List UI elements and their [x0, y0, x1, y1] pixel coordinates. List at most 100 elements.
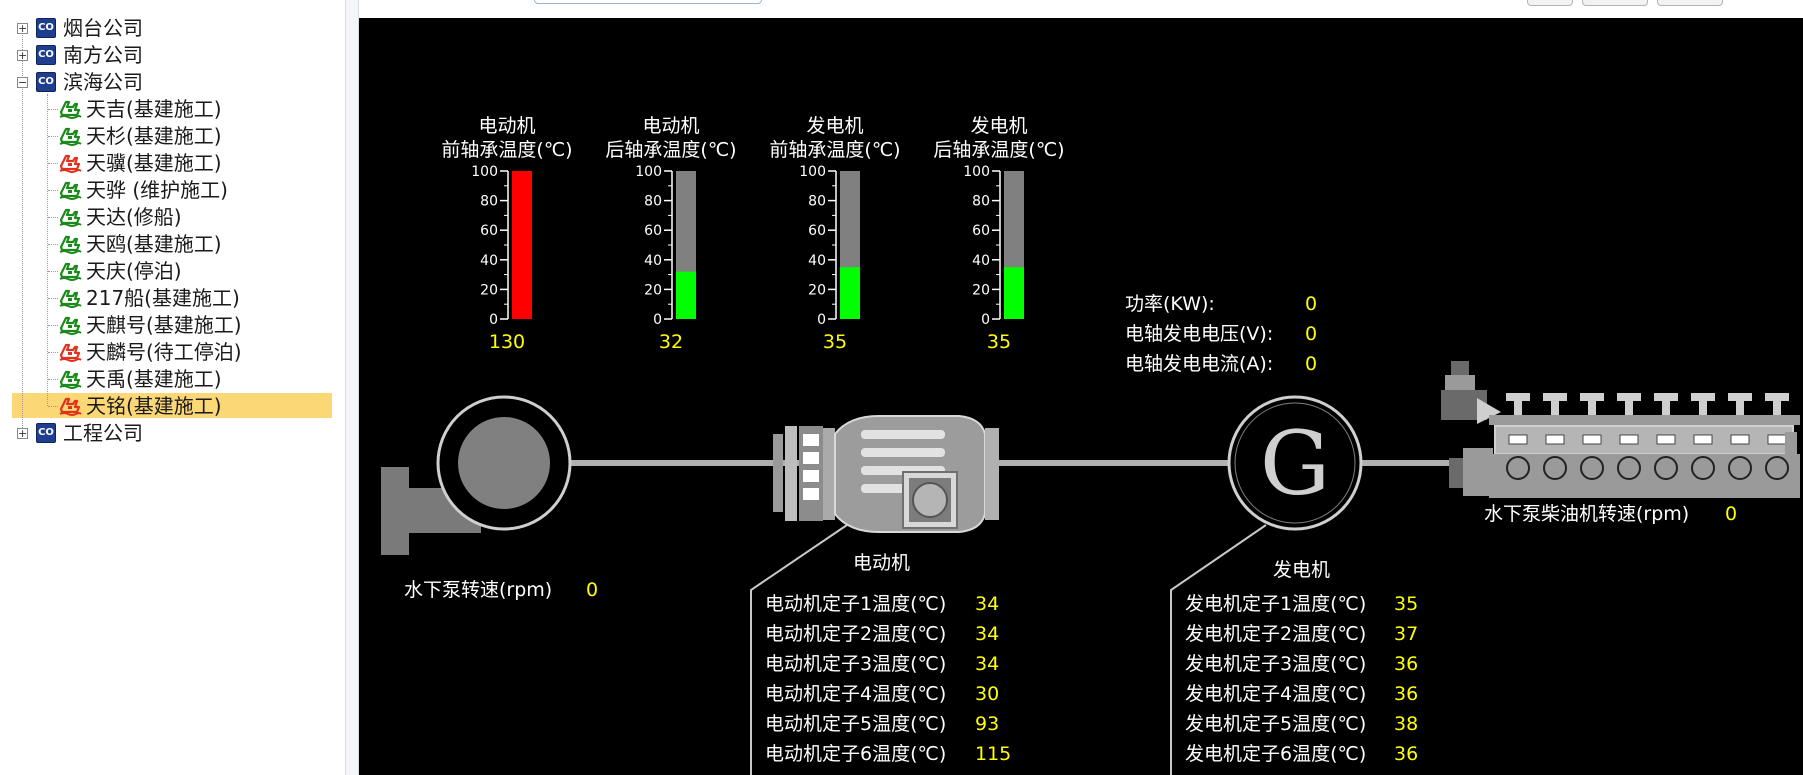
gauge-tick-label: 60	[972, 223, 990, 239]
tree-ship-label: 天达(修船)	[86, 205, 182, 229]
tree-branch-line	[48, 163, 58, 164]
power-row-label: 电轴发电电流(A):	[1125, 353, 1273, 375]
expand-icon[interactable]: +	[17, 50, 28, 61]
gauge-fill	[676, 271, 696, 319]
power-readouts: 功率(KW): 0 电轴发电电压(V): 0 电轴发电电流(A): 0	[1125, 293, 1317, 375]
tree-ship-label: 天麟号(待工停泊)	[86, 340, 242, 364]
stator-temp-value: 34	[975, 593, 999, 615]
tree-company-node[interactable]: + CO 南方公司	[0, 43, 340, 67]
tree-ship-node[interactable]: 天鸥(基建施工)	[0, 232, 340, 256]
expand-icon[interactable]: +	[17, 23, 28, 34]
tree-ship-node[interactable]: 天吉(基建施工)	[0, 97, 340, 121]
gauge-tick-label: 80	[480, 194, 498, 210]
tree-ship-label: 217船(基建施工)	[86, 286, 240, 310]
tree-ship-node[interactable]: 天骅 (维护施工)	[0, 178, 340, 202]
generator-stator-table: 发电机定子1温度(℃) 35 发电机定子2温度(℃) 37 发电机定子3温度(℃) 36 发…	[1185, 593, 1418, 765]
gauge-tick-label: 100	[471, 164, 498, 180]
toolbar	[359, 0, 1803, 18]
collapse-icon[interactable]: −	[17, 77, 28, 88]
toolbar-button-2[interactable]	[1582, 0, 1648, 6]
tree-branch-line	[48, 109, 58, 110]
gauge-tick-label: 60	[644, 223, 662, 239]
gauge-tick-label: 20	[644, 282, 662, 298]
gauge-value: 32	[659, 331, 683, 353]
tree-company-node[interactable]: + CO 烟台公司	[0, 16, 340, 40]
gauge-tick-label: 40	[808, 253, 826, 269]
gauge-fill	[512, 171, 532, 319]
tree-branch-line	[48, 190, 58, 191]
power-row-value: 0	[1305, 323, 1317, 345]
tree-company-node[interactable]: + CO 工程公司	[0, 421, 340, 445]
gauge-title-line1: 发电机	[970, 115, 1027, 137]
diesel-speed-label: 水下泵柴油机转速(rpm)	[1484, 503, 1689, 525]
gauge-tick-label: 40	[644, 253, 662, 269]
stator-temp-value: 93	[975, 713, 999, 735]
gauge-tick-label: 20	[808, 282, 826, 298]
toolbar-input[interactable]	[534, 0, 762, 4]
gauge-tick-label: 20	[972, 282, 990, 298]
ship-icon	[59, 289, 82, 308]
generator-label: 发电机	[1273, 559, 1330, 581]
ship-icon	[59, 181, 82, 200]
gauge-value: 130	[489, 331, 525, 353]
stator-temp-label: 发电机定子1温度(℃)	[1185, 593, 1366, 615]
toolbar-button-3[interactable]	[1657, 0, 1723, 6]
tree-ship-node[interactable]: 天麟号(待工停泊)	[0, 340, 340, 364]
tree-ship-node[interactable]: 天达(修船)	[0, 205, 340, 229]
tree-ship-node[interactable]: 天铭(基建施工)	[0, 394, 340, 418]
power-row-value: 0	[1305, 353, 1317, 375]
motor-stator-table: 电动机定子1温度(℃) 34 电动机定子2温度(℃) 34 电动机定子3温度(℃) 34 电…	[765, 593, 1011, 765]
gauge-title-line2: 前轴承温度(℃)	[441, 139, 572, 161]
gauge-tick-label: 80	[808, 194, 826, 210]
tree-ship-node[interactable]: 217船(基建施工)	[0, 286, 340, 310]
toolbar-button-1[interactable]	[1527, 0, 1573, 6]
tree-ship-node[interactable]: 天杉(基建施工)	[0, 124, 340, 148]
tree-ship-label: 天庆(停泊)	[86, 259, 182, 283]
tree-ship-node[interactable]: 天麒号(基建施工)	[0, 313, 340, 337]
stator-temp-value: 36	[1394, 653, 1418, 675]
stator-temp-label: 电动机定子1温度(℃)	[765, 593, 946, 615]
company-icon: CO	[36, 72, 56, 92]
stator-temp-label: 电动机定子6温度(℃)	[765, 743, 946, 765]
pump-speed-value: 0	[586, 579, 598, 601]
tree-company-label: 烟台公司	[63, 16, 143, 40]
stator-temp-label: 发电机定子2温度(℃)	[1185, 623, 1366, 645]
gauge-tick-label: 60	[480, 223, 498, 239]
motor-leader-line	[750, 524, 848, 775]
stator-temp-value: 34	[975, 623, 999, 645]
gauge-tick-label: 0	[817, 312, 826, 328]
gauge-title-line1: 电动机	[642, 115, 699, 137]
gauge-title-line1: 电动机	[478, 115, 535, 137]
tree-splitter[interactable]	[345, 0, 359, 775]
tree-company-label: 南方公司	[63, 43, 143, 67]
pump-icon	[381, 395, 572, 555]
ship-icon	[59, 316, 82, 335]
tree-company-label: 工程公司	[63, 421, 143, 445]
power-row-label: 电轴发电电压(V):	[1125, 323, 1273, 345]
stator-temp-label: 电动机定子2温度(℃)	[765, 623, 946, 645]
tree-branch-line	[48, 298, 58, 299]
stator-temp-label: 发电机定子5温度(℃)	[1185, 713, 1366, 735]
stator-temp-label: 发电机定子3温度(℃)	[1185, 653, 1366, 675]
gauge-tick-label: 80	[972, 194, 990, 210]
tree-ship-node[interactable]: 天骥(基建施工)	[0, 151, 340, 175]
tree-ship-label: 天铭(基建施工)	[86, 394, 222, 418]
ship-tree: + CO 烟台公司 + CO 南方公司 − CO 滨海公司 天吉(基建施工) 天杉(基建施工) 天骥(…	[0, 0, 345, 775]
tree-ship-node[interactable]: 天庆(停泊)	[0, 259, 340, 283]
gauge-tick-label: 40	[480, 253, 498, 269]
scada-panel: 电动机 前轴承温度(℃) 100 80 60 40 20 0 130 电动机 后轴承温度(℃) 100…	[359, 18, 1803, 775]
tree-ship-node[interactable]: 天禹(基建施工)	[0, 367, 340, 391]
ship-icon	[59, 262, 82, 281]
gauge-tick-label: 60	[808, 223, 826, 239]
power-row-label: 功率(KW):	[1125, 293, 1215, 315]
stator-temp-label: 电动机定子3温度(℃)	[765, 653, 946, 675]
gauge-title-line2: 前轴承温度(℃)	[769, 139, 900, 161]
power-row-value: 0	[1305, 293, 1317, 315]
tree-company-node[interactable]: − CO 滨海公司	[0, 70, 340, 94]
gauge-tick-label: 100	[635, 164, 662, 180]
pump-speed-label: 水下泵转速(rpm)	[404, 579, 552, 601]
gauge-fill	[840, 267, 860, 319]
company-icon: CO	[36, 423, 56, 443]
expand-icon[interactable]: +	[17, 428, 28, 439]
gauge-group: 电动机前轴承温度(℃) 100 80 60 40 20 0 130 电动机后轴承温度(℃) 100…	[441, 115, 1064, 353]
